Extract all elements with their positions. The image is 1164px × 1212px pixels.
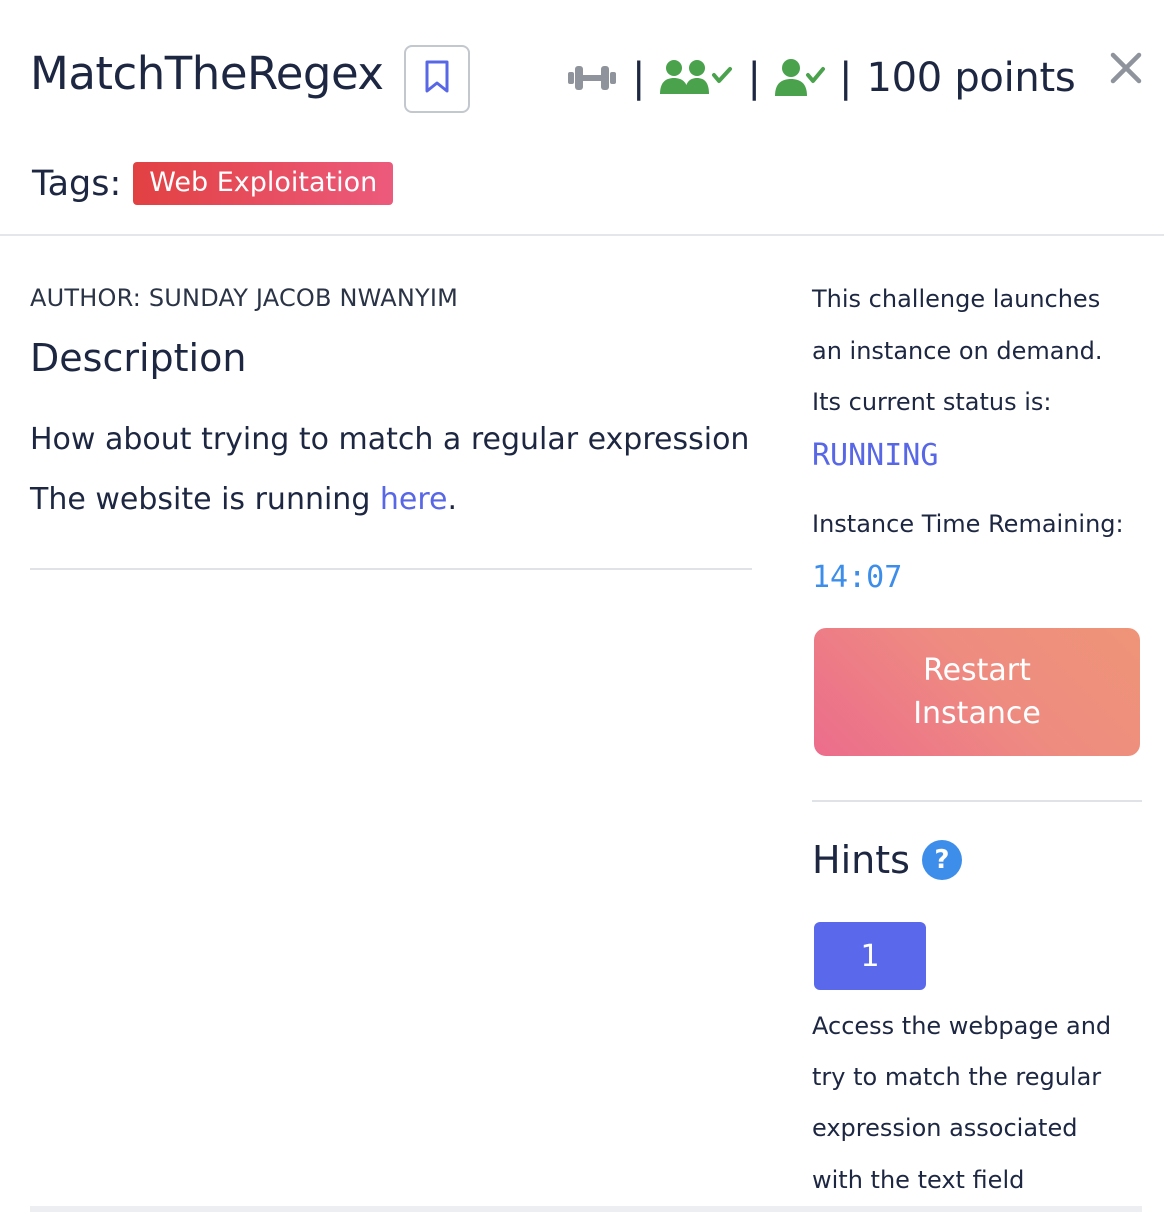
tag-web-exploitation[interactable]: Web Exploitation xyxy=(133,162,394,205)
instance-info-text: Its current status is: xyxy=(812,388,1052,416)
hint-1-button[interactable]: 1 xyxy=(814,922,926,990)
modal-header: MatchTheRegex | | | 100 points Tags: Web… xyxy=(0,0,1164,236)
challenge-title: MatchTheRegex xyxy=(30,47,384,100)
description-text-prefix: The website is running xyxy=(30,482,380,517)
instance-info-text: an instance on demand. xyxy=(812,337,1103,365)
stats-separator: | xyxy=(838,55,853,101)
dumbbell-icon xyxy=(566,61,618,95)
bookmark-icon xyxy=(423,59,451,99)
challenge-stats: | | | 100 points xyxy=(566,48,1076,108)
instance-info-text: This challenge launches xyxy=(812,285,1101,313)
restart-instance-button[interactable]: Restart Instance xyxy=(814,628,1140,756)
stats-separator: | xyxy=(632,55,646,101)
close-button[interactable] xyxy=(1106,50,1146,90)
time-remaining-label: Instance Time Remaining: xyxy=(812,510,1124,538)
close-icon xyxy=(1109,51,1143,89)
hint-text: Access the webpage and xyxy=(812,1012,1112,1040)
tags-row: Tags: Web Exploitation xyxy=(32,162,394,205)
instance-status: RUNNING xyxy=(812,438,939,473)
description-text: The website is running here. xyxy=(30,482,457,517)
divider xyxy=(30,568,752,570)
hint-text: expression associated xyxy=(812,1114,1078,1142)
time-remaining-value: 14:07 xyxy=(812,560,903,595)
description-heading: Description xyxy=(30,336,247,380)
user-check-icon xyxy=(774,57,825,99)
hint-text: try to match the regular xyxy=(812,1063,1102,1091)
challenge-modal: MatchTheRegex | | | 100 points Tags: Web… xyxy=(0,0,1164,1212)
hint-text: with the text field xyxy=(812,1166,1025,1194)
hints-title: Hints xyxy=(812,838,910,882)
question-icon[interactable]: ? xyxy=(921,840,962,880)
tags-label: Tags: xyxy=(32,163,122,204)
restart-button-label: Instance xyxy=(913,696,1041,731)
divider xyxy=(812,800,1142,802)
points-value: 100 points xyxy=(866,55,1076,101)
hints-heading: Hints ? xyxy=(812,838,962,882)
stats-separator: | xyxy=(747,55,761,101)
users-check-icon xyxy=(659,58,733,98)
bottom-divider xyxy=(30,1206,1142,1212)
description-text: How about trying to match a regular expr… xyxy=(30,422,750,457)
author-line: AUTHOR: SUNDAY JACOB NWANYIM xyxy=(30,284,459,312)
description-text-suffix: . xyxy=(447,482,458,517)
website-link[interactable]: here xyxy=(380,482,448,517)
bookmark-button[interactable] xyxy=(404,45,470,113)
restart-button-label: Restart xyxy=(923,653,1031,688)
